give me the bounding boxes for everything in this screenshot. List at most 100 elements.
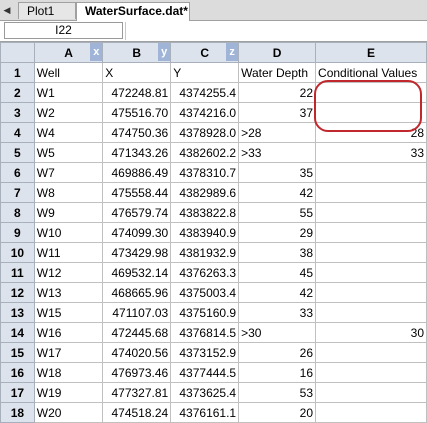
cell-c[interactable]: 4375160.9 [170,302,240,323]
cell-e[interactable] [315,182,427,203]
cell-c[interactable]: 4374255.4 [170,82,240,103]
cell-c[interactable]: 4376814.5 [170,322,240,343]
cell-e[interactable] [315,342,427,363]
row-header[interactable]: 7 [0,182,35,203]
cell-c[interactable]: 4376263.3 [170,262,240,283]
cell-b[interactable]: X [102,62,172,83]
cell-d[interactable]: 53 [238,382,317,403]
cell-c[interactable]: 4376161.1 [170,402,240,423]
tab-watersurface-dat[interactable]: WaterSurface.dat* [76,2,190,21]
cell-e[interactable] [315,242,427,263]
cell-e[interactable]: 30 [315,322,427,343]
row-header[interactable]: 8 [0,202,35,223]
cell-c[interactable]: 4381932.9 [170,242,240,263]
cell-e[interactable] [315,202,427,223]
row-header[interactable]: 18 [0,402,35,423]
column-header-c[interactable]: C z [170,42,240,63]
cell-d[interactable]: 55 [238,202,317,223]
cell-a[interactable]: W5 [33,142,104,163]
cell-b[interactable]: 474750.36 [102,122,172,143]
cell-d[interactable]: 26 [238,342,317,363]
cell-c[interactable]: 4382989.6 [170,182,240,203]
cell-e[interactable] [315,262,427,283]
cell-e[interactable]: 28 [315,122,427,143]
cell-a[interactable]: W4 [33,122,104,143]
cell-e[interactable] [315,162,427,183]
cell-b[interactable]: 475558.44 [102,182,172,203]
cell-d[interactable]: 29 [238,222,317,243]
cell-e[interactable] [315,102,427,123]
tab-scroll-left-icon[interactable]: ◀ [2,4,12,16]
cell-d[interactable]: 42 [238,282,317,303]
cell-a[interactable]: W9 [33,202,104,223]
cell-b[interactable]: 476973.46 [102,362,172,383]
cell-d[interactable]: 22 [238,82,317,103]
cell-a[interactable]: W10 [33,222,104,243]
cell-a[interactable]: W16 [33,322,104,343]
cell-e[interactable] [315,402,427,423]
cell-a[interactable]: W11 [33,242,104,263]
row-header[interactable]: 10 [0,242,35,263]
row-header[interactable]: 13 [0,302,35,323]
cell-b[interactable]: 472248.81 [102,82,172,103]
cell-b[interactable]: 472445.68 [102,322,172,343]
column-header-d[interactable]: D [238,42,317,63]
cell-b[interactable]: 475516.70 [102,102,172,123]
cell-d[interactable]: >33 [238,142,317,163]
cell-e[interactable]: 33 [315,142,427,163]
cell-b[interactable]: 469532.14 [102,262,172,283]
cell-b[interactable]: 474099.30 [102,222,172,243]
cell-e[interactable] [315,282,427,303]
cell-d[interactable]: 42 [238,182,317,203]
cell-e[interactable] [315,222,427,243]
cell-e[interactable] [315,82,427,103]
cell-b[interactable]: 471343.26 [102,142,172,163]
cell-b[interactable]: 469886.49 [102,162,172,183]
tab-plot1[interactable]: Plot1 [18,2,76,19]
cell-d[interactable]: 35 [238,162,317,183]
column-header-b[interactable]: B y [102,42,172,63]
cell-e[interactable] [315,302,427,323]
cell-c[interactable]: Y [170,62,240,83]
column-header-e[interactable]: E [315,42,427,63]
row-header[interactable]: 4 [0,122,35,143]
cell-d[interactable]: >30 [238,322,317,343]
cell-b[interactable]: 474518.24 [102,402,172,423]
cell-d[interactable]: 37 [238,102,317,123]
cell-c[interactable]: 4378310.7 [170,162,240,183]
cell-c[interactable]: 4383940.9 [170,222,240,243]
cell-b[interactable]: 476579.74 [102,202,172,223]
cell-e[interactable] [315,382,427,403]
cell-d[interactable]: 33 [238,302,317,323]
cell-a[interactable]: W20 [33,402,104,423]
cell-a[interactable]: W1 [33,82,104,103]
cell-d[interactable]: 16 [238,362,317,383]
cell-c[interactable]: 4373625.4 [170,382,240,403]
cell-c[interactable]: 4373152.9 [170,342,240,363]
cell-c[interactable]: 4382602.2 [170,142,240,163]
cell-a[interactable]: W18 [33,362,104,383]
row-header[interactable]: 5 [0,142,35,163]
cell-b[interactable]: 471107.03 [102,302,172,323]
cell-c[interactable]: 4374216.0 [170,102,240,123]
cell-c[interactable]: 4378928.0 [170,122,240,143]
cell-b[interactable]: 473429.98 [102,242,172,263]
row-header[interactable]: 3 [0,102,35,123]
row-header[interactable]: 9 [0,222,35,243]
cell-e[interactable]: Conditional Values [315,62,427,83]
cell-a[interactable]: W7 [33,162,104,183]
cell-a[interactable]: W12 [33,262,104,283]
row-header[interactable]: 11 [0,262,35,283]
row-header[interactable]: 6 [0,162,35,183]
cell-a[interactable]: W8 [33,182,104,203]
row-header[interactable]: 17 [0,382,35,403]
cell-d[interactable]: Water Depth [238,62,317,83]
row-header[interactable]: 16 [0,362,35,383]
row-header[interactable]: 12 [0,282,35,303]
row-header[interactable]: 1 [0,62,35,83]
cell-c[interactable]: 4383822.8 [170,202,240,223]
cell-b[interactable]: 474020.56 [102,342,172,363]
row-header[interactable]: 14 [0,322,35,343]
cell-d[interactable]: 38 [238,242,317,263]
column-header-a[interactable]: A x [33,42,104,63]
